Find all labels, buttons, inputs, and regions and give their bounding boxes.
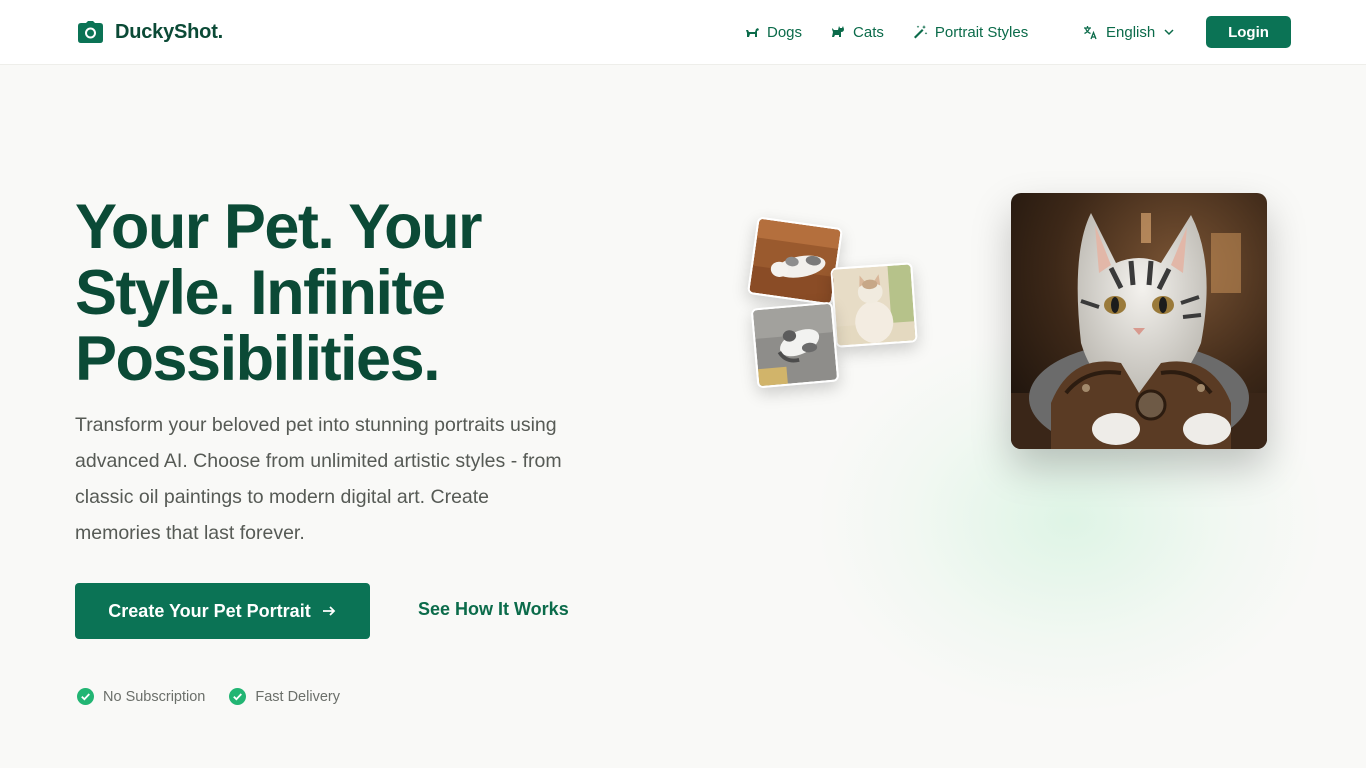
feature-no-subscription: No Subscription — [77, 688, 205, 705]
nav-item-label: Dogs — [767, 23, 803, 41]
hero-description: Transform your beloved pet into stunning… — [75, 414, 562, 544]
featured-portrait-warrior-cat — [1011, 193, 1267, 449]
hero-title: Your Pet. Your Style. Infinite Possibili… — [75, 192, 483, 394]
nav-item-dogs[interactable]: Dogs — [744, 24, 802, 41]
language-label: English — [1106, 23, 1156, 41]
brand-logo[interactable]: DuckyShot. — [78, 18, 223, 46]
check-circle-icon — [229, 688, 247, 705]
site-header: DuckyShot. Dogs Cats Portrait Styles Eng… — [0, 0, 1366, 65]
magic-wand-icon — [913, 25, 928, 39]
feature-label: Fast Delivery — [255, 688, 340, 705]
login-button[interactable]: Login — [1206, 16, 1291, 48]
check-circle-icon — [77, 688, 94, 705]
see-how-it-works-link[interactable]: See How It Works — [418, 599, 569, 620]
create-portrait-button[interactable]: Create Your Pet Portrait — [75, 583, 370, 639]
feature-fast-delivery: Fast Delivery — [229, 688, 340, 705]
nav-item-cats[interactable]: Cats — [830, 24, 884, 41]
arrow-right-icon — [322, 606, 335, 616]
translate-icon — [1084, 25, 1097, 39]
brand-name: DuckyShot. — [115, 20, 224, 43]
dog-icon — [746, 28, 759, 37]
nav-item-label: Portrait Styles — [934, 23, 1029, 41]
feature-label: No Subscription — [103, 688, 206, 705]
nav-item-label: Cats — [853, 23, 884, 41]
chevron-down-icon — [1164, 29, 1174, 36]
nav-item-portrait-styles[interactable]: Portrait Styles — [912, 24, 1028, 41]
cat-icon — [832, 26, 845, 37]
main-nav: Dogs Cats Portrait Styles — [744, 20, 1056, 44]
feature-list: No Subscription Fast Delivery — [77, 688, 340, 705]
camera-icon — [78, 21, 103, 43]
pet-photo-cat-on-floor — [746, 216, 844, 306]
pet-photo-cat-lying — [750, 301, 840, 389]
language-selector[interactable]: English — [1083, 20, 1175, 44]
create-portrait-label: Create Your Pet Portrait — [108, 600, 311, 621]
pet-photo-cat-sitting — [830, 262, 918, 348]
